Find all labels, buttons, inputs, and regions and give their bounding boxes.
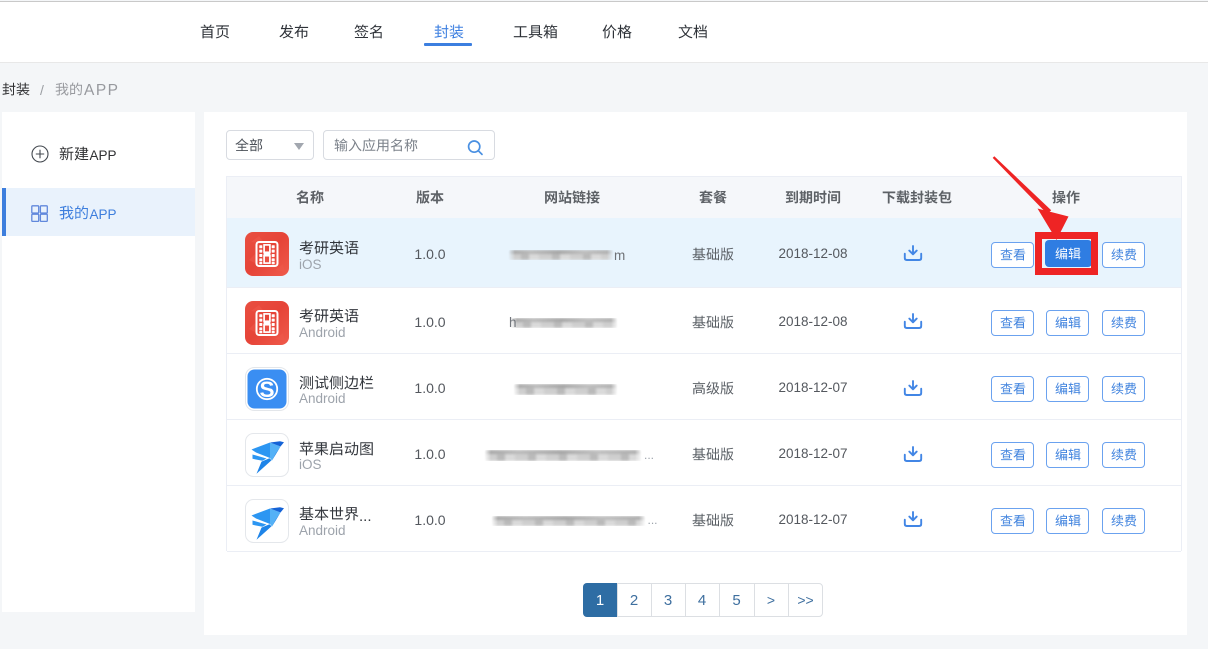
svg-text:S: S [259, 377, 274, 402]
